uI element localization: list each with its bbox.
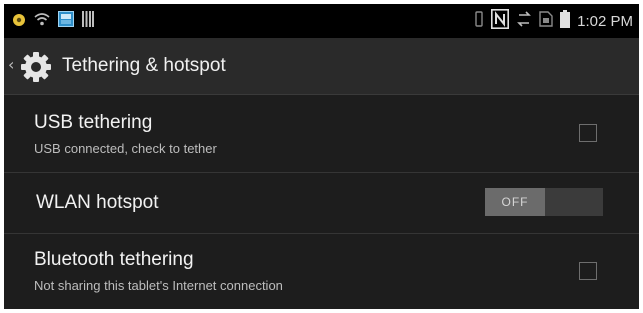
bluetooth-tethering-checkbox[interactable] xyxy=(579,262,597,280)
nfc-icon xyxy=(491,9,510,33)
wifi-icon xyxy=(34,12,50,31)
bluetooth-tethering-title: Bluetooth tethering xyxy=(34,249,194,270)
wlan-hotspot-title: WLAN hotspot xyxy=(36,192,159,213)
usb-tethering-title: USB tethering xyxy=(34,112,153,133)
status-bar: 1:02 PM xyxy=(4,4,639,38)
wlan-hotspot-switch[interactable]: OFF xyxy=(485,188,603,216)
android-screen: 1:02 PM ‹ Tethering & hotspot USB tether… xyxy=(4,4,639,309)
bars-icon xyxy=(82,11,94,31)
status-bar-system: 1:02 PM xyxy=(474,9,633,33)
bluetooth-tethering-row[interactable]: Bluetooth tethering Not sharing this tab… xyxy=(4,234,639,309)
status-bar-notifications xyxy=(12,11,94,31)
up-caret-icon[interactable]: ‹ xyxy=(8,57,14,73)
notification-dot-icon xyxy=(12,12,26,31)
battery-icon xyxy=(560,10,571,32)
image-notification-icon xyxy=(58,11,74,31)
bluetooth-tethering-summary: Not sharing this tablet's Internet conne… xyxy=(34,278,283,293)
sim-icon xyxy=(539,11,553,31)
usb-tethering-summary: USB connected, check to tether xyxy=(34,141,217,156)
action-bar: ‹ Tethering & hotspot xyxy=(4,38,639,95)
sync-icon xyxy=(516,11,532,31)
wlan-hotspot-row[interactable]: WLAN hotspot OFF xyxy=(4,173,639,234)
gear-icon[interactable] xyxy=(20,51,52,83)
switch-off-label: OFF xyxy=(485,188,545,216)
clock: 1:02 PM xyxy=(577,12,633,30)
vibrate-icon xyxy=(474,11,484,31)
page-title: Tethering & hotspot xyxy=(62,55,226,76)
usb-tethering-checkbox[interactable] xyxy=(579,124,597,142)
usb-tethering-row[interactable]: USB tethering USB connected, check to te… xyxy=(4,95,639,173)
